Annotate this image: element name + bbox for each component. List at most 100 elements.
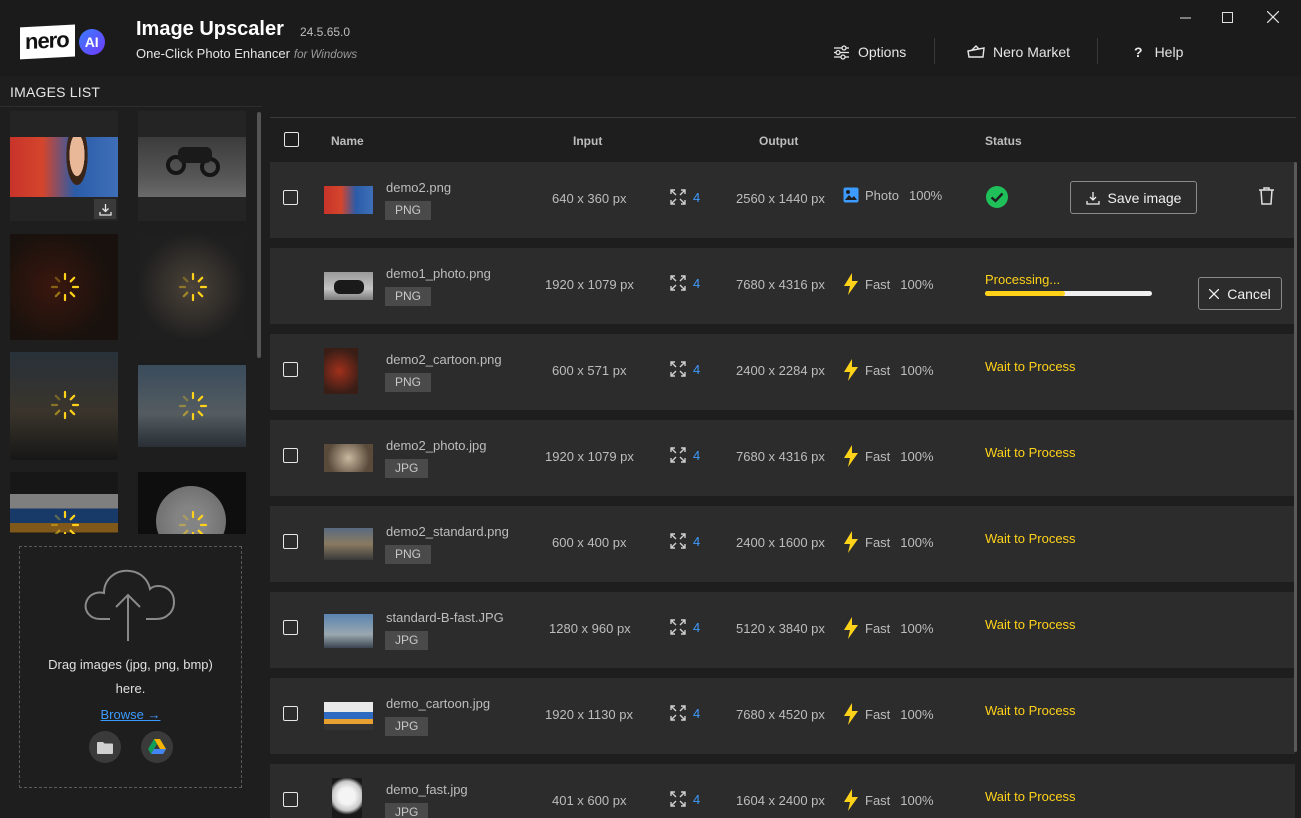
output-size: 2560 x 1440 px <box>736 191 825 206</box>
loading-spinner-icon <box>50 510 80 534</box>
images-list-scrollbar[interactable] <box>257 112 261 358</box>
scale-factor[interactable]: 4 <box>670 533 700 549</box>
help-button[interactable]: ? Help <box>1134 38 1183 66</box>
header-separator <box>1097 38 1098 64</box>
market-cart-icon <box>967 45 985 58</box>
scale-factor[interactable]: 4 <box>670 619 700 635</box>
photo-icon <box>843 187 859 203</box>
row-checkbox[interactable] <box>283 620 298 635</box>
file-name: demo1_photo.png <box>386 266 491 281</box>
table-row[interactable]: demo2_photo.jpg JPG 1920 x 1079 px 4 768… <box>270 420 1295 496</box>
lightning-icon <box>844 703 858 725</box>
output-size: 7680 x 4316 px <box>736 277 825 292</box>
close-window-button[interactable] <box>1253 6 1293 28</box>
save-image-button[interactable]: Save image <box>1070 181 1197 214</box>
scale-factor[interactable]: 4 <box>670 361 700 377</box>
scale-value: 4 <box>693 275 701 291</box>
minimize-button[interactable] <box>1165 6 1205 28</box>
row-checkbox[interactable] <box>283 534 298 549</box>
output-size: 2400 x 1600 px <box>736 535 825 550</box>
select-all-checkbox[interactable] <box>284 132 299 147</box>
row-thumbnail <box>324 528 373 560</box>
input-size: 1920 x 1130 px <box>545 707 633 722</box>
row-checkbox[interactable] <box>283 448 298 463</box>
scale-factor[interactable]: 4 <box>670 275 700 291</box>
lightning-icon <box>844 531 858 553</box>
lightning-icon <box>844 789 858 811</box>
enhance-mode[interactable]: Fast 100% <box>843 789 934 811</box>
drop-instructions: Drag images (jpg, png, bmp) here. <box>20 653 241 701</box>
thumbnail-demo-cartoon[interactable] <box>10 472 118 534</box>
scale-factor[interactable]: 4 <box>670 447 700 463</box>
table-row[interactable]: demo_cartoon.jpg JPG 1920 x 1130 px 4 76… <box>270 678 1295 754</box>
browse-link[interactable]: Browse → <box>20 707 241 722</box>
thumbnail-image <box>138 137 246 197</box>
loading-spinner-icon <box>50 272 80 302</box>
table-row[interactable]: standard-B-fast.JPG JPG 1280 x 960 px 4 … <box>270 592 1295 668</box>
scale-factor[interactable]: 4 <box>670 189 700 205</box>
row-thumbnail <box>324 702 373 730</box>
mode-label: Fast <box>865 792 891 808</box>
cancel-button[interactable]: Cancel <box>1198 277 1282 310</box>
mode-percent: 100% <box>900 362 934 378</box>
table-row[interactable]: demo_fast.jpg JPG 401 x 600 px 4 1604 x … <box>270 764 1295 818</box>
expand-arrows-icon <box>670 447 686 463</box>
scale-factor[interactable]: 4 <box>670 791 700 807</box>
thumbnail-demo2-standard[interactable] <box>10 352 118 460</box>
file-type-badge: PNG <box>385 287 432 306</box>
table-row[interactable]: demo2.png PNG 640 x 360 px 4 2560 x 1440… <box>270 162 1295 238</box>
column-header-input: Input <box>573 134 603 148</box>
status-text: Wait to Process <box>985 703 1076 718</box>
download-thumb-button[interactable] <box>94 199 116 219</box>
drop-zone[interactable]: Drag images (jpg, png, bmp) here. Browse… <box>19 546 242 788</box>
enhance-mode[interactable]: Fast 100% <box>843 273 934 295</box>
output-size: 2400 x 2284 px <box>736 363 825 378</box>
lightning-icon <box>844 617 858 639</box>
file-type-badge: JPG <box>385 631 429 650</box>
row-checkbox[interactable] <box>283 706 298 721</box>
scale-value: 4 <box>693 705 701 721</box>
enhance-mode[interactable]: Fast 100% <box>843 445 934 467</box>
maximize-button[interactable] <box>1207 6 1247 28</box>
column-header-name: Name <box>331 134 364 148</box>
app-subtitle: One-Click Photo Enhancer for Windows <box>136 46 357 61</box>
mode-label: Fast <box>865 534 891 550</box>
enhance-mode[interactable]: Fast 100% <box>843 617 934 639</box>
enhance-mode[interactable]: Fast 100% <box>843 703 934 725</box>
help-label: Help <box>1154 44 1184 60</box>
row-thumbnail <box>332 778 362 818</box>
enhance-mode[interactable]: Fast 100% <box>843 359 934 381</box>
thumbnail-demo1-photo[interactable] <box>138 111 246 221</box>
enhance-mode[interactable]: Photo 100% <box>843 187 942 203</box>
title-bar: nero AI Image Upscaler 24.5.65.0 One-Cli… <box>0 0 1301 76</box>
local-folder-button[interactable] <box>89 731 121 763</box>
table-row[interactable]: demo2_cartoon.png PNG 600 x 571 px 4 240… <box>270 334 1295 410</box>
google-drive-button[interactable] <box>141 731 173 763</box>
expand-arrows-icon <box>670 619 686 635</box>
trash-icon[interactable] <box>1259 187 1274 205</box>
row-checkbox[interactable] <box>283 792 298 807</box>
row-checkbox[interactable] <box>283 362 298 377</box>
thumbnail-demo2-photo[interactable] <box>138 234 246 340</box>
file-name: demo2_standard.png <box>386 524 509 539</box>
close-icon <box>1267 11 1279 23</box>
thumbnail-standard-b-fast[interactable] <box>138 365 246 447</box>
expand-arrows-icon <box>670 791 686 807</box>
loading-spinner-icon <box>178 510 208 534</box>
table-row[interactable]: demo1_photo.png PNG 1920 x 1079 px 4 768… <box>270 248 1295 324</box>
app-title: Image Upscaler <box>136 18 284 40</box>
help-question-icon: ? <box>1134 44 1143 60</box>
thumbnail-demo-fast[interactable] <box>138 472 246 534</box>
nero-market-button[interactable]: Nero Market <box>967 38 1070 66</box>
scale-factor[interactable]: 4 <box>670 705 700 721</box>
thumbnail-demo2-cartoon[interactable] <box>10 234 118 340</box>
options-button[interactable]: Options <box>833 38 906 66</box>
table-row[interactable]: demo2_standard.png PNG 600 x 400 px 4 24… <box>270 506 1295 582</box>
mode-label: Photo <box>865 187 899 203</box>
thumbnail-demo2[interactable] <box>10 111 118 221</box>
enhance-mode[interactable]: Fast 100% <box>843 531 934 553</box>
table-scrollbar[interactable] <box>1294 162 1297 752</box>
table-top-divider <box>270 117 1296 118</box>
row-checkbox[interactable] <box>283 190 298 205</box>
input-size: 401 x 600 px <box>552 793 627 808</box>
